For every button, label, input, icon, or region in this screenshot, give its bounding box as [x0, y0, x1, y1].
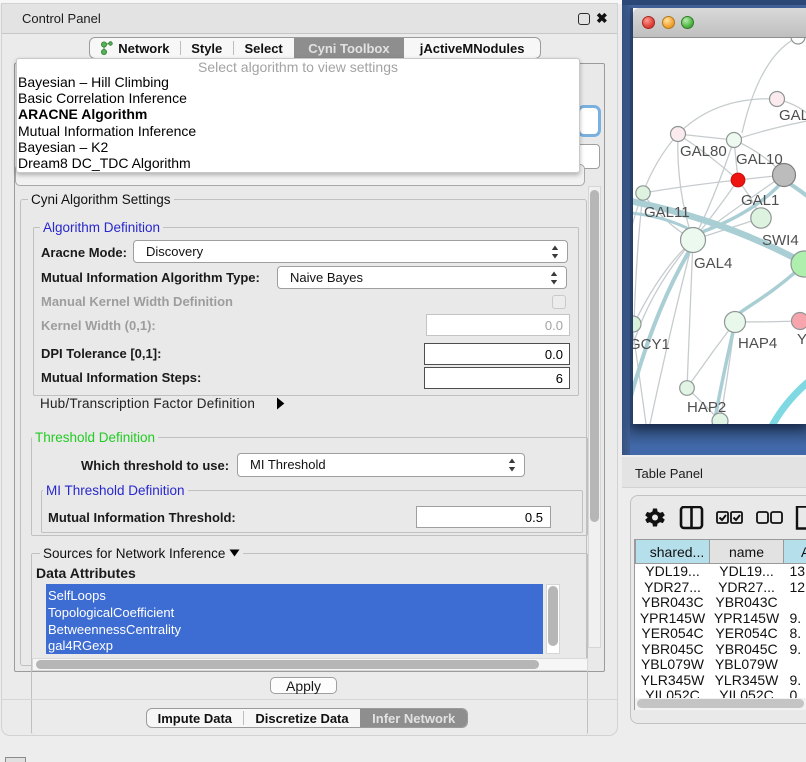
svg-text:HAP2: HAP2	[687, 399, 726, 416]
svg-text:GAL80: GAL80	[680, 143, 727, 160]
svg-text:GAL10: GAL10	[736, 151, 783, 168]
svg-text:HAP4: HAP4	[738, 335, 777, 352]
svg-text:GAL4: GAL4	[694, 255, 732, 272]
svg-text:Y: Y	[797, 331, 806, 348]
svg-text:GAL7: GAL7	[779, 107, 806, 124]
svg-text:SWI4: SWI4	[762, 232, 799, 249]
svg-text:GAL11: GAL11	[644, 204, 690, 221]
svg-text:GAL1: GAL1	[741, 192, 779, 209]
svg-text:GCY1: GCY1	[633, 336, 670, 353]
